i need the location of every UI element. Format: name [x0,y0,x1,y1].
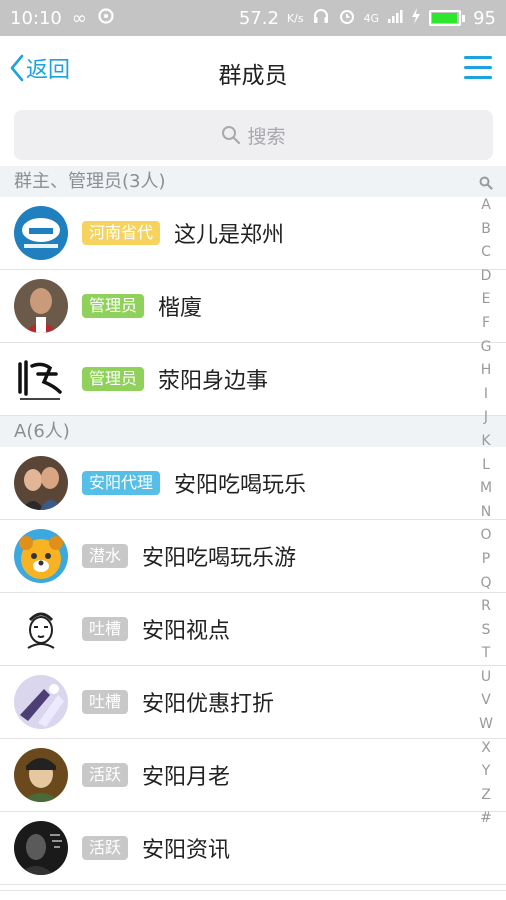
index-letter-a[interactable]: A [481,194,491,218]
index-letter-e[interactable]: E [482,288,491,312]
list-divider [0,885,506,891]
calligraphy-logo-avatar [14,352,68,406]
couple-photo-avatar [14,456,68,510]
hamburger-icon [464,56,492,59]
member-role-tag: 管理员 [82,294,145,318]
battery-icon [429,10,466,26]
dark-portrait-avatar [14,821,68,875]
menu-button[interactable] [464,56,492,82]
index-letter-l[interactable]: L [482,454,490,478]
index-letter-z[interactable]: Z [481,784,491,808]
charging-icon [411,7,421,29]
index-letter-i[interactable]: I [484,383,488,407]
list-item[interactable]: 管理员 荥阳身边事 [0,343,506,416]
member-name: 这儿是郑州 [174,223,285,248]
index-letter-x[interactable]: X [481,737,491,761]
member-role-tag: 河南省代 [82,221,161,245]
network-speed-unit: K/s [286,11,304,25]
member-role-tag: 吐槽 [82,690,129,714]
group-members-screen: 10:10 ∞ 57.2 K/s 4G 95 返回 群成员 搜索 群主、管理员(… [0,0,506,900]
man-photo-avatar [14,279,68,333]
member-name: 安阳资讯 [142,838,231,863]
member-name: 安阳吃喝玩乐 [174,473,307,498]
index-letter-g[interactable]: G [481,336,492,360]
list-item[interactable]: 吐槽 安阳优惠打折 [0,666,506,739]
index-letter-h[interactable]: H [481,359,492,383]
member-name: 安阳优惠打折 [142,692,275,717]
member-name: 安阳月老 [142,765,231,790]
section-header-admins: 群主、管理员(3人) [0,166,506,197]
sketch-face-avatar [14,602,68,656]
search-bar[interactable]: 搜索 [14,110,493,160]
member-list: 群主、管理员(3人) 河南省代 这儿是郑州 管理员 楷廈 管理员 荥阳身边事 A… [0,166,506,891]
sync-icon [97,7,115,30]
index-letter-u[interactable]: U [481,666,491,690]
index-letter-p[interactable]: P [482,548,490,572]
zhengzhou-logo-avatar [14,206,68,260]
list-item[interactable]: 安阳代理 安阳吃喝玩乐 [0,447,506,520]
index-letter-b[interactable]: B [481,218,491,242]
list-item[interactable]: 河南省代 这儿是郑州 [0,197,506,270]
network-type: 4G [363,11,380,25]
index-search-icon[interactable] [479,172,493,194]
index-letter-hash[interactable]: # [480,807,492,831]
list-item[interactable]: 活跃 安阳月老 [0,739,506,812]
index-letter-t[interactable]: T [482,642,491,666]
index-letter-k[interactable]: K [481,430,490,454]
section-header-a: A(6人) [0,416,506,447]
member-role-tag: 安阳代理 [82,471,161,495]
member-role-tag: 潜水 [82,544,129,568]
cartoon-dog-avatar [14,529,68,583]
member-role-tag: 管理员 [82,367,145,391]
drama-photo-avatar [14,748,68,802]
index-letter-n[interactable]: N [481,501,491,525]
page-title: 群成员 [218,63,288,89]
index-letter-q[interactable]: Q [480,572,491,596]
index-letter-v[interactable]: V [481,689,491,713]
member-role-tag: 活跃 [82,763,129,787]
infinity-icon: ∞ [71,7,87,29]
index-letter-w[interactable]: W [479,713,493,737]
network-speed: 57.2 [238,7,279,29]
list-item[interactable]: 管理员 楷廈 [0,270,506,343]
index-letter-o[interactable]: O [480,524,491,548]
status-time: 10:10 [10,7,62,29]
signal-icon [387,8,403,29]
list-item[interactable]: 潜水 安阳吃喝玩乐游 [0,520,506,593]
search-placeholder: 搜索 [247,125,286,148]
nav-header: 返回 群成员 [0,36,506,104]
battery-percent: 95 [473,7,496,29]
headphones-icon [312,7,330,30]
index-letter-f[interactable]: F [482,312,490,336]
index-letter-d[interactable]: D [481,265,492,289]
hands-photo-avatar [14,675,68,729]
list-item[interactable]: 活跃 安阳资讯 [0,812,506,885]
status-bar: 10:10 ∞ 57.2 K/s 4G 95 [0,0,506,36]
index-letter-j[interactable]: J [484,406,488,430]
alarm-icon [338,7,356,30]
alphabet-index-bar[interactable]: A B C D E F G H I J K L M N O P Q R S T U V W X Y Z # [474,172,498,831]
member-name: 荥阳身边事 [158,369,269,394]
member-name: 安阳吃喝玩乐游 [142,546,297,571]
member-name: 安阳视点 [142,619,231,644]
index-letter-s[interactable]: S [482,619,491,643]
index-letter-y[interactable]: Y [482,760,491,784]
index-letter-m[interactable]: M [480,477,492,501]
member-role-tag: 吐槽 [82,617,129,641]
index-letter-c[interactable]: C [481,241,491,265]
index-letter-r[interactable]: R [481,595,491,619]
list-item[interactable]: 吐槽 安阳视点 [0,593,506,666]
member-role-tag: 活跃 [82,836,129,860]
search-icon [222,126,241,145]
member-name: 楷廈 [158,296,203,321]
